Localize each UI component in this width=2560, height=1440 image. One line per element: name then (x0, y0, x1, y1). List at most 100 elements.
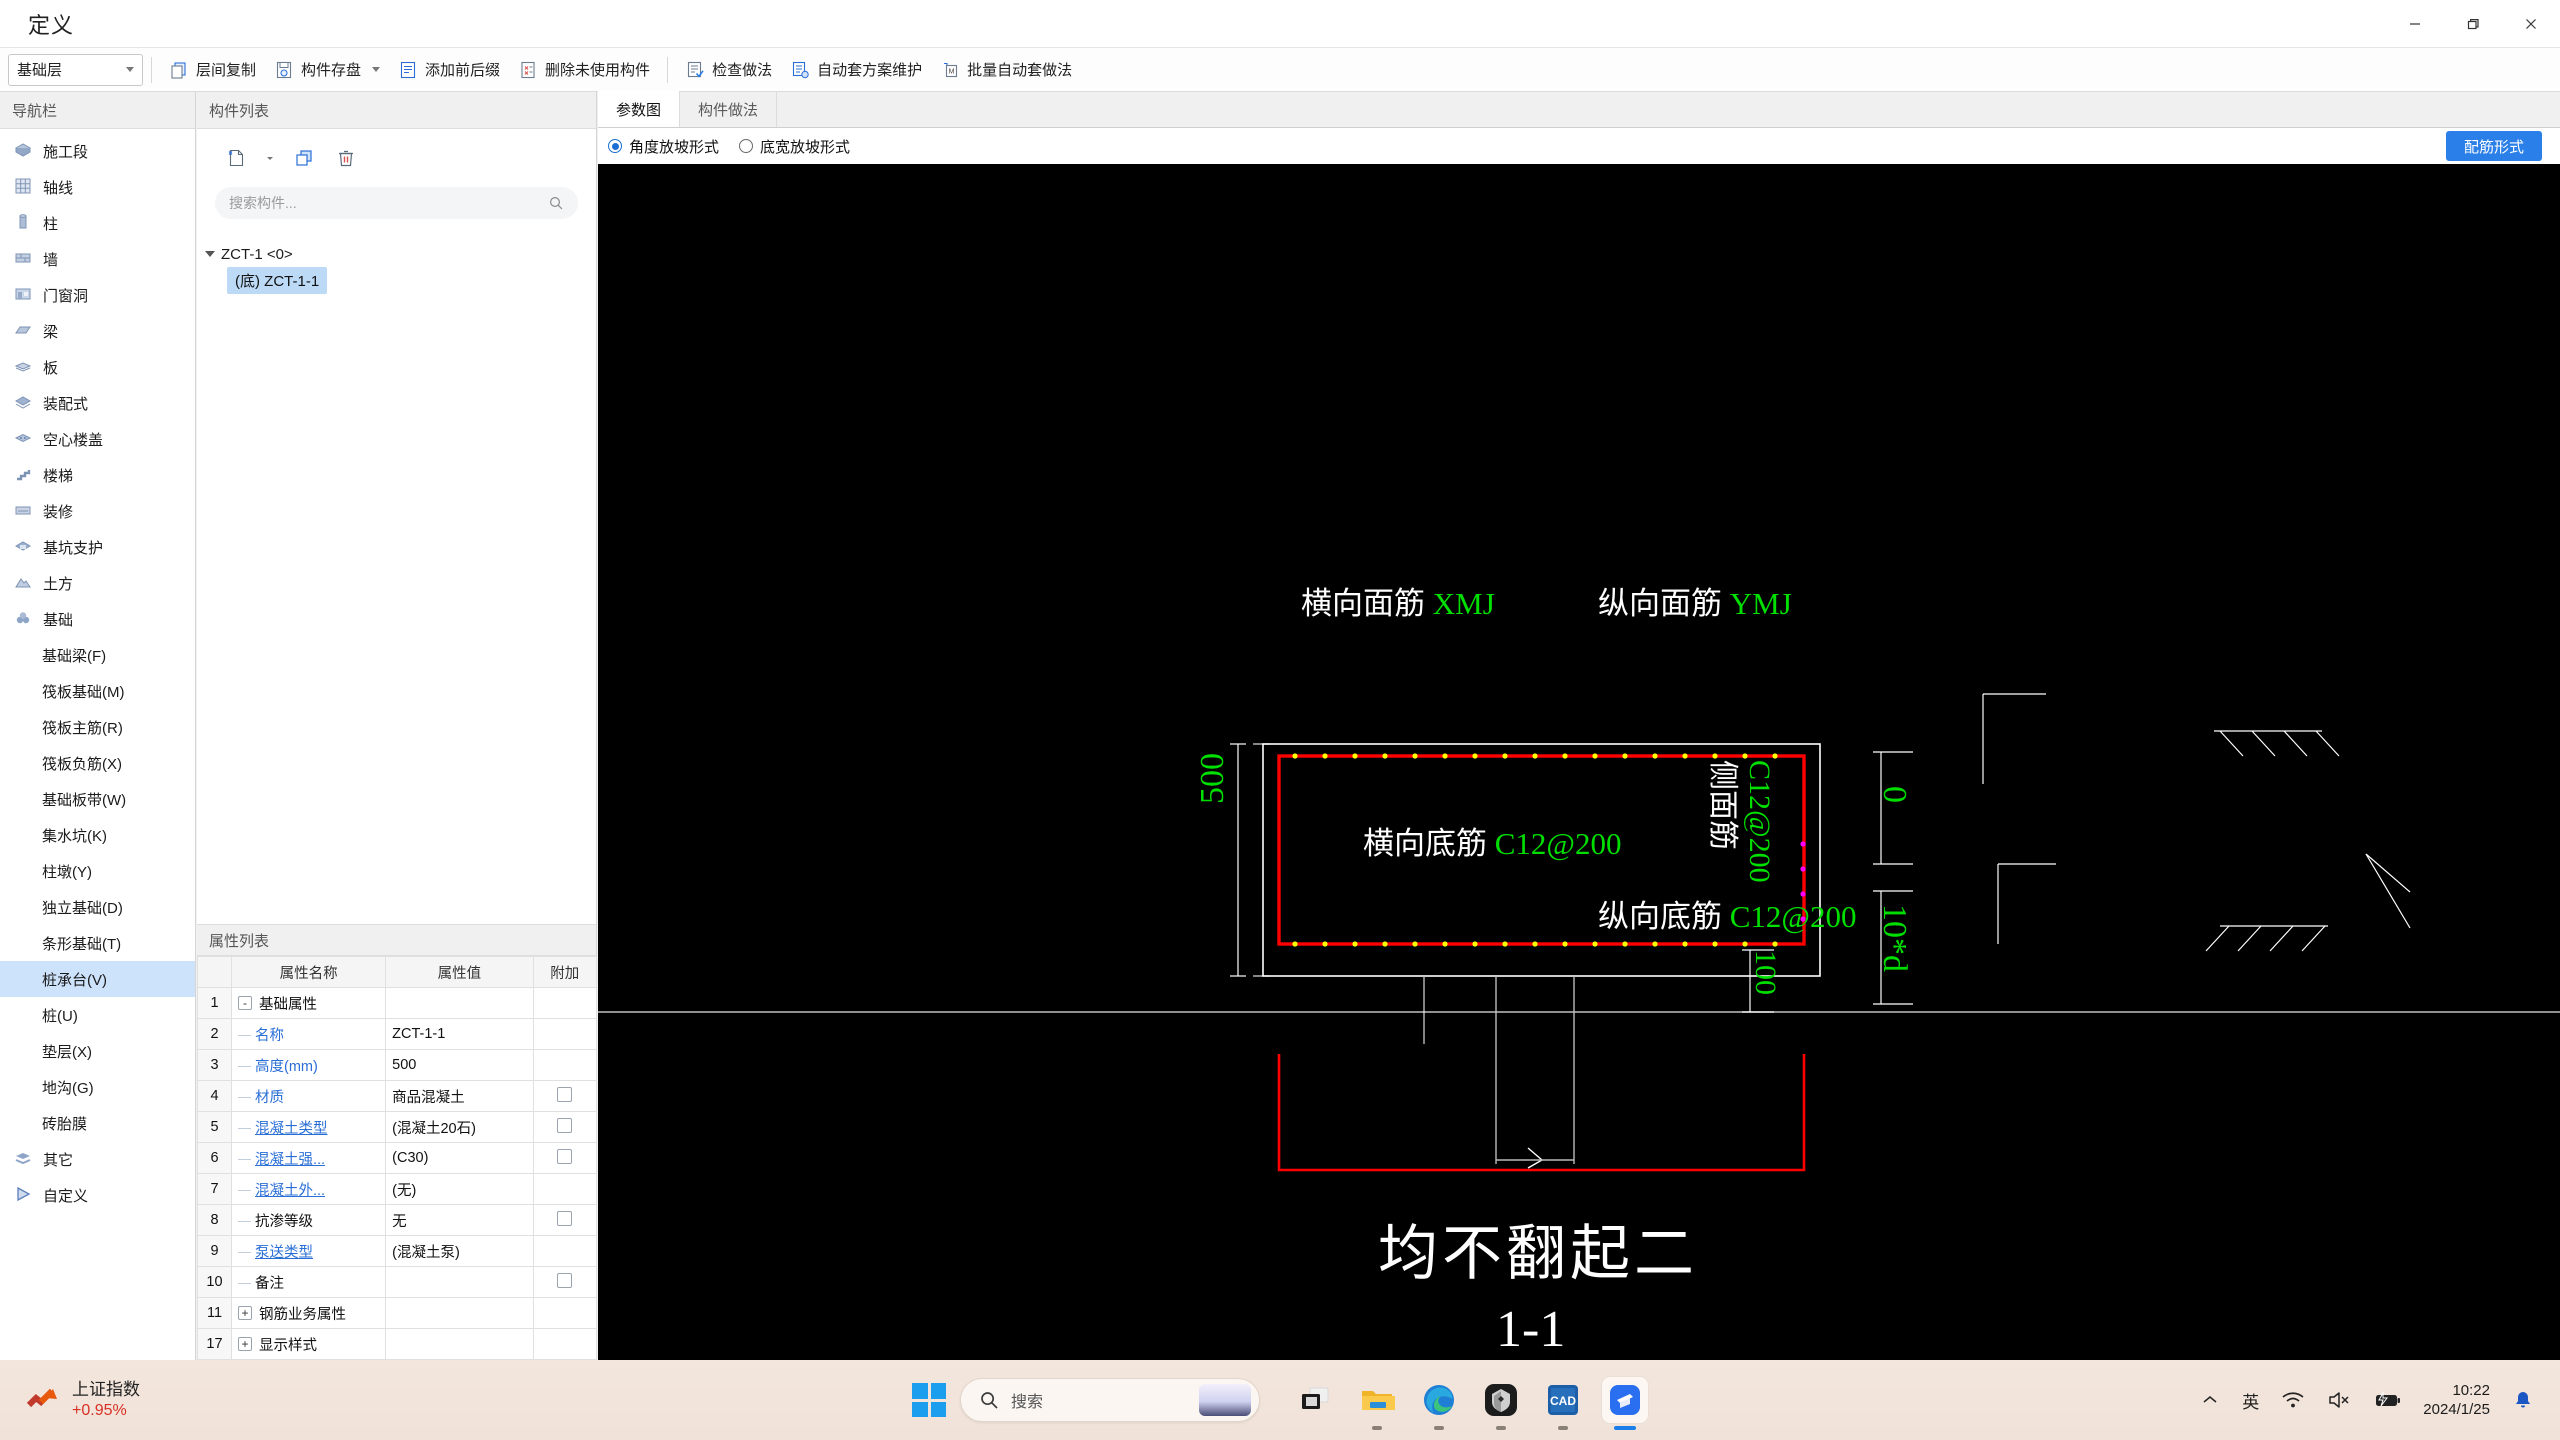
copy-component-button[interactable] (285, 141, 323, 175)
sidebar-item-1[interactable]: 轴线 (0, 169, 195, 205)
bing-wallpaper-icon[interactable] (1199, 1384, 1251, 1416)
property-value[interactable] (385, 1297, 534, 1329)
table-row[interactable]: 8— 抗渗等级无 (197, 1204, 597, 1236)
sidebar-item-5[interactable]: 梁 (0, 313, 195, 349)
component-tree-item[interactable]: (底) ZCT-1-1 (197, 266, 596, 294)
battery-charging-icon[interactable] (2373, 1390, 2401, 1410)
sidebar-item-0[interactable]: 施工段 (0, 133, 195, 169)
delete-unused-button[interactable]: 删除未使用构件 (509, 53, 659, 87)
sidebar-item-29[interactable]: 自定义 (0, 1177, 195, 1213)
property-value[interactable]: 无 (385, 1204, 534, 1236)
sidebar-item-23[interactable]: 桩承台(V) (0, 961, 195, 997)
sidebar-item-26[interactable]: 地沟(G) (0, 1069, 195, 1105)
tab-component-method[interactable]: 构件做法 (680, 91, 778, 127)
sidebar-item-18[interactable]: 基础板带(W) (0, 781, 195, 817)
append-checkbox[interactable] (557, 1148, 573, 1164)
append-checkbox[interactable] (557, 1086, 573, 1102)
sidebar-item-3[interactable]: 墙 (0, 241, 195, 277)
task-view-icon[interactable] (1292, 1377, 1338, 1423)
property-value[interactable]: (C30) (385, 1142, 534, 1174)
save-component-button[interactable]: 构件存盘 (265, 53, 389, 87)
append-checkbox[interactable] (557, 1117, 573, 1133)
table-row[interactable]: 17 + 显示样式 (197, 1328, 597, 1360)
sidebar-item-9[interactable]: 楼梯 (0, 457, 195, 493)
sidebar-item-27[interactable]: 砖胎膜 (0, 1105, 195, 1141)
table-row[interactable]: 6— 混凝土强... (C30) (197, 1142, 597, 1174)
collapse-icon[interactable]: - (238, 996, 252, 1010)
folder-icon[interactable] (1354, 1377, 1400, 1430)
table-row[interactable]: 7— 混凝土外... (无) (197, 1173, 597, 1205)
bell-icon[interactable] (2512, 1389, 2534, 1411)
sidebar-item-2[interactable]: 柱 (0, 205, 195, 241)
glodon-icon[interactable] (1602, 1377, 1648, 1430)
table-row[interactable]: 10— 备注 (197, 1266, 597, 1298)
property-value[interactable]: 500 (385, 1049, 534, 1081)
volume-mute-icon[interactable] (2327, 1390, 2351, 1410)
sidebar-item-19[interactable]: 集水坑(K) (0, 817, 195, 853)
property-value[interactable]: ZCT-1-1 (385, 1018, 534, 1050)
component-search[interactable] (215, 187, 578, 219)
check-method-button[interactable]: 检查做法 (676, 53, 781, 87)
close-icon[interactable] (2502, 0, 2560, 48)
expand-icon[interactable]: + (238, 1337, 252, 1351)
wifi-icon[interactable] (2281, 1390, 2305, 1410)
minimize-icon[interactable] (2386, 0, 2444, 48)
property-value[interactable] (385, 1266, 534, 1298)
windows-start-icon[interactable] (912, 1383, 946, 1417)
tab-parameter-diagram[interactable]: 参数图 (598, 91, 681, 127)
ime-icon[interactable]: 英 (2242, 1388, 2259, 1413)
property-value[interactable] (385, 1328, 534, 1360)
append-checkbox[interactable] (557, 1210, 573, 1226)
component-tree-root[interactable]: ZCT-1 <0> (197, 241, 596, 267)
auto-scheme-button[interactable]: 自动套方案维护 (781, 53, 931, 87)
sidebar-item-17[interactable]: 筏板负筋(X) (0, 745, 195, 781)
table-row[interactable]: 2— 名称 ZCT-1-1 (197, 1018, 597, 1050)
new-component-dropdown[interactable] (259, 141, 281, 175)
table-row[interactable]: 11 + 钢筋业务属性 (197, 1297, 597, 1329)
table-row[interactable]: 3— 高度(mm) 500 (197, 1049, 597, 1081)
copy-between-floors-button[interactable]: 层间复制 (160, 53, 265, 87)
sidebar-item-8[interactable]: 空心楼盖 (0, 421, 195, 457)
append-checkbox[interactable] (557, 1272, 573, 1288)
batch-auto-method-button[interactable]: M 批量自动套做法 (931, 53, 1081, 87)
sidebar-item-21[interactable]: 独立基础(D) (0, 889, 195, 925)
chevron-down-icon[interactable] (372, 67, 381, 72)
shield-app-icon[interactable] (1478, 1377, 1524, 1430)
sidebar-item-4[interactable]: 门窗洞 (0, 277, 195, 313)
sidebar-item-7[interactable]: 装配式 (0, 385, 195, 421)
new-component-button[interactable] (217, 141, 255, 175)
delete-component-button[interactable] (327, 141, 365, 175)
property-value[interactable] (385, 987, 534, 1019)
search-input[interactable] (229, 195, 548, 211)
restore-icon[interactable] (2444, 0, 2502, 48)
property-value[interactable]: (混凝土泵) (385, 1235, 534, 1267)
sidebar-item-13[interactable]: 基础 (0, 601, 195, 637)
sidebar-item-12[interactable]: 土方 (0, 565, 195, 601)
property-value[interactable]: 商品混凝土 (385, 1080, 534, 1112)
table-row[interactable]: 5— 混凝土类型 (混凝土20石) (197, 1111, 597, 1143)
sidebar-item-22[interactable]: 条形基础(T) (0, 925, 195, 961)
radio-angle-slope[interactable]: 角度放坡形式 (608, 136, 719, 157)
sidebar-item-6[interactable]: 板 (0, 349, 195, 385)
radio-bottom-width-slope[interactable]: 底宽放坡形式 (739, 136, 850, 157)
chevron-down-icon[interactable] (205, 251, 215, 257)
sidebar-item-15[interactable]: 筏板基础(M) (0, 673, 195, 709)
cad-canvas[interactable]: 横向面筋 XMJ 纵向面筋 YMJ 横向底筋 C12@200 纵向底筋 C12@… (598, 164, 2560, 1360)
sidebar-item-14[interactable]: 基础梁(F) (0, 637, 195, 673)
table-row[interactable]: 4— 材质 商品混凝土 (197, 1080, 597, 1112)
property-value[interactable]: (混凝土20石) (385, 1111, 534, 1143)
edge-icon[interactable] (1416, 1377, 1462, 1430)
table-row[interactable]: 1- 基础属性 (197, 987, 597, 1019)
sidebar-item-20[interactable]: 柱墩(Y) (0, 853, 195, 889)
floor-select[interactable]: 基础层 (8, 53, 143, 86)
taskbar-search[interactable]: 搜索 (960, 1378, 1260, 1422)
add-affix-button[interactable]: 添加前后缀 (389, 53, 509, 87)
property-value[interactable]: (无) (385, 1173, 534, 1205)
sidebar-item-28[interactable]: 其它 (0, 1141, 195, 1177)
sidebar-item-16[interactable]: 筏板主筋(R) (0, 709, 195, 745)
sidebar-item-24[interactable]: 桩(U) (0, 997, 195, 1033)
taskbar-stock-widget[interactable]: 上证指数 +0.95% (26, 1379, 140, 1420)
chevron-up-icon[interactable] (2200, 1390, 2220, 1410)
table-row[interactable]: 9— 泵送类型 (混凝土泵) (197, 1235, 597, 1267)
sidebar-item-10[interactable]: 装修 (0, 493, 195, 529)
